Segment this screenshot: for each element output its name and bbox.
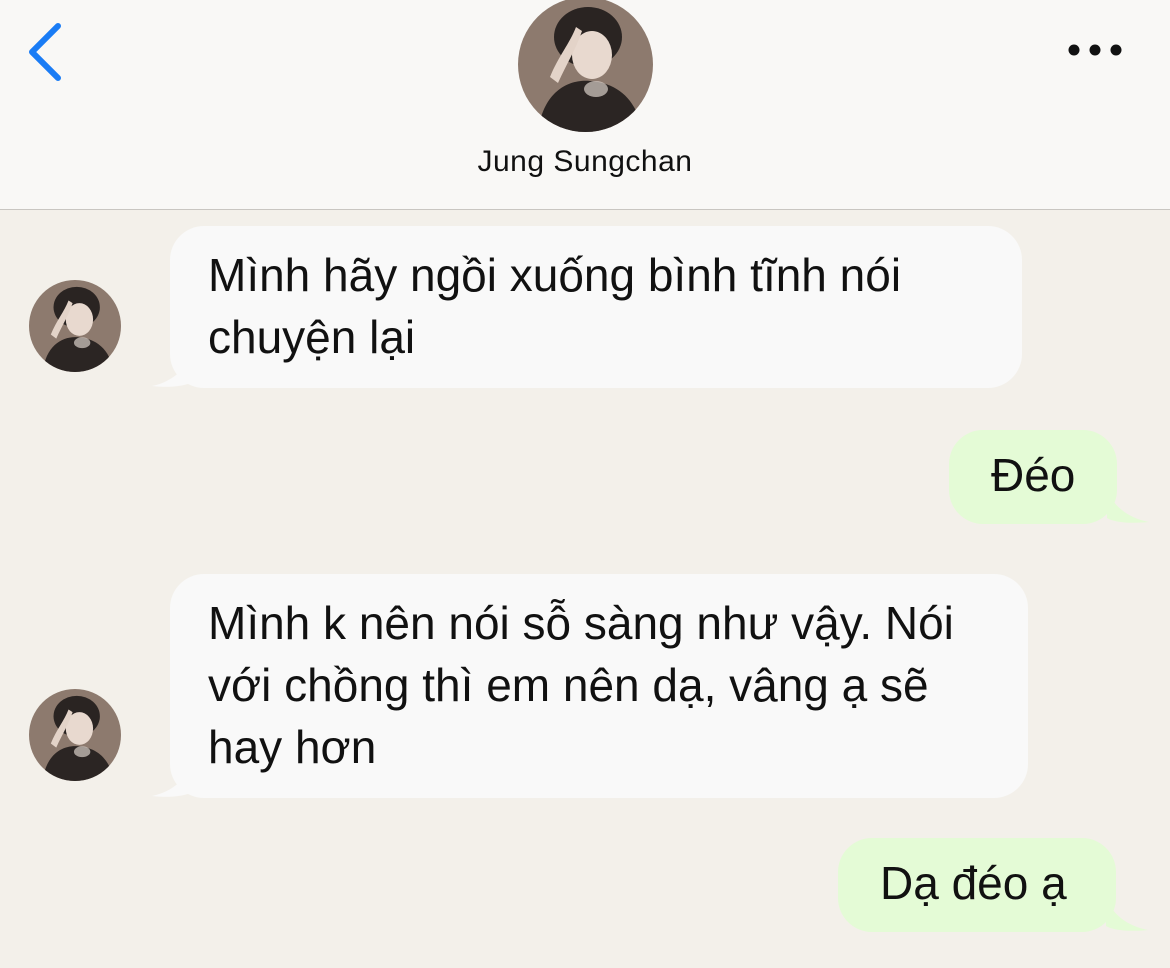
sender-avatar[interactable] (29, 280, 121, 372)
back-button[interactable] (18, 18, 78, 88)
message-item[interactable]: Mình hãy ngồi xuống bình tĩnh nói chuyện… (152, 226, 1022, 388)
message-text: Đéo (949, 430, 1117, 524)
contact-name[interactable]: Jung Sungchan (0, 145, 1170, 179)
message-text: Dạ đéo ạ (838, 838, 1116, 932)
message-text: Mình k nên nói sỗ sàng như vậy. Nói với … (170, 574, 1028, 798)
chevron-left-icon (29, 23, 61, 81)
message-text: Mình hãy ngồi xuống bình tĩnh nói chuyện… (170, 226, 1022, 388)
message-item[interactable]: Đéo (949, 430, 1149, 524)
sender-avatar[interactable] (29, 689, 121, 781)
chat-header: Jung Sungchan (0, 0, 1170, 210)
message-item[interactable]: Dạ đéo ạ (838, 838, 1148, 932)
more-options-button[interactable] (1058, 30, 1138, 70)
message-list[interactable]: Mình hãy ngồi xuống bình tĩnh nói chuyện… (0, 210, 1170, 968)
message-item[interactable]: Mình k nên nói sỗ sàng như vậy. Nói với … (152, 574, 1028, 798)
contact-avatar[interactable] (518, 0, 653, 132)
more-dots-icon (1068, 44, 1122, 56)
